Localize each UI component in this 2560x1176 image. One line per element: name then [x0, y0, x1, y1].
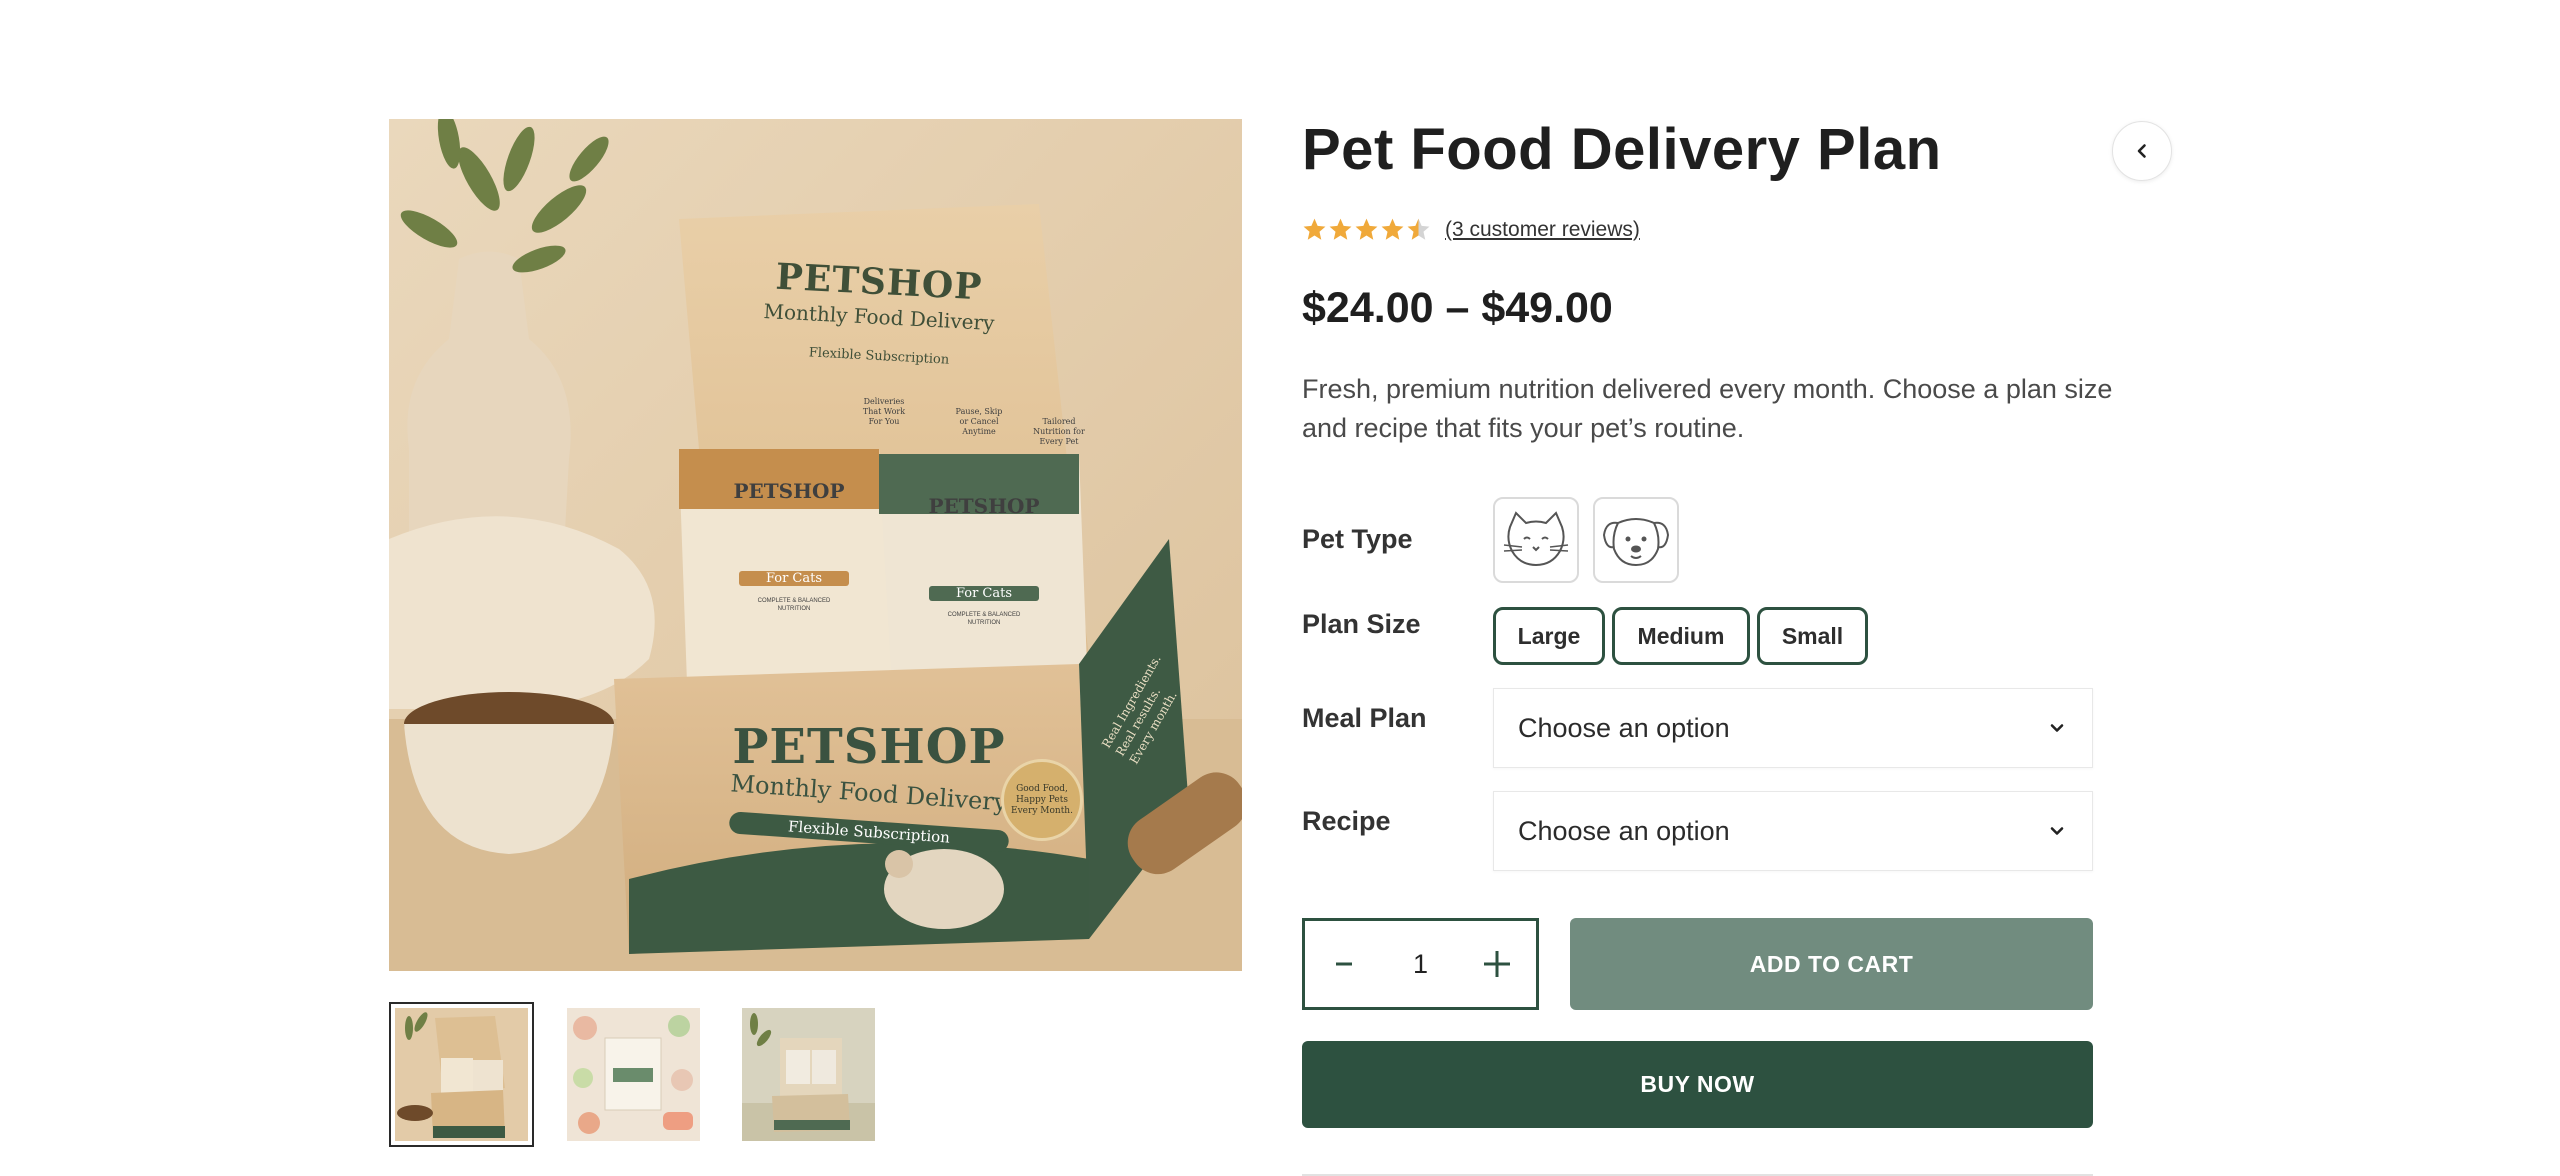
- product-description: Fresh, premium nutrition delivered every…: [1302, 374, 2113, 443]
- previous-button[interactable]: [2112, 121, 2172, 181]
- thumbnail-3[interactable]: [736, 1002, 881, 1147]
- quantity-input[interactable]: 1: [1383, 949, 1458, 980]
- star-icon: [1381, 218, 1404, 240]
- buy-now-button[interactable]: BUY NOW: [1302, 1041, 2093, 1128]
- plus-icon: [1484, 951, 1510, 977]
- chevron-down-icon: [2050, 827, 2064, 835]
- plan-size-small-button[interactable]: Small: [1757, 607, 1868, 665]
- quantity-decrease-button[interactable]: [1305, 921, 1383, 1007]
- product-page: PETSHOP Monthly Food Delivery Flexible S…: [0, 0, 2560, 1176]
- pet-type-dog-swatch[interactable]: [1593, 497, 1679, 583]
- star-icon: [1355, 218, 1378, 240]
- recipe-label: Recipe: [1302, 806, 1391, 836]
- dog-icon: [1602, 518, 1670, 567]
- product-box-image: [389, 119, 1242, 971]
- product-main-image[interactable]: PETSHOP Monthly Food Delivery Flexible S…: [389, 119, 1242, 971]
- quantity-increase-button[interactable]: [1458, 921, 1536, 1007]
- chevron-down-icon: [2050, 724, 2064, 732]
- thumbnail-2[interactable]: [561, 1002, 706, 1147]
- meal-plan-select-value: Choose an option: [1518, 712, 1730, 743]
- ingredients-thumbnail-icon: [567, 1008, 700, 1141]
- star-icon: [1407, 218, 1430, 240]
- pet-type-label: Pet Type: [1302, 524, 1413, 554]
- plan-size-large-button[interactable]: Large: [1493, 607, 1605, 665]
- recipe-select-value: Choose an option: [1518, 815, 1730, 846]
- plan-size-medium-button[interactable]: Medium: [1612, 607, 1750, 665]
- meal-plan-label: Meal Plan: [1302, 703, 1427, 733]
- star-rating: [1302, 217, 1431, 242]
- meal-plan-select[interactable]: Choose an option: [1493, 688, 2093, 768]
- star-icon: [1303, 218, 1326, 240]
- add-to-cart-button[interactable]: ADD TO CART: [1570, 918, 2093, 1010]
- customer-reviews-link[interactable]: (3 customer reviews): [1445, 218, 1640, 242]
- quantity-stepper: 1: [1302, 918, 1539, 1010]
- plan-size-label: Plan Size: [1302, 609, 1421, 639]
- cat-icon: [1503, 511, 1569, 567]
- recipe-select[interactable]: Choose an option: [1493, 791, 2093, 871]
- minus-icon: [1336, 962, 1352, 966]
- product-title: Pet Food Delivery Plan: [1302, 117, 1942, 182]
- star-icon: [1329, 218, 1352, 240]
- pet-type-cat-swatch[interactable]: [1493, 497, 1579, 583]
- thumbnail-1[interactable]: [389, 1002, 534, 1147]
- chevron-left-icon: [2137, 144, 2146, 158]
- product-rating: (3 customer reviews): [1302, 217, 1640, 242]
- packages-thumbnail-icon: [742, 1008, 875, 1141]
- price-range: $24.00 – $49.00: [1302, 284, 1613, 332]
- box-thumbnail-icon: [395, 1008, 528, 1141]
